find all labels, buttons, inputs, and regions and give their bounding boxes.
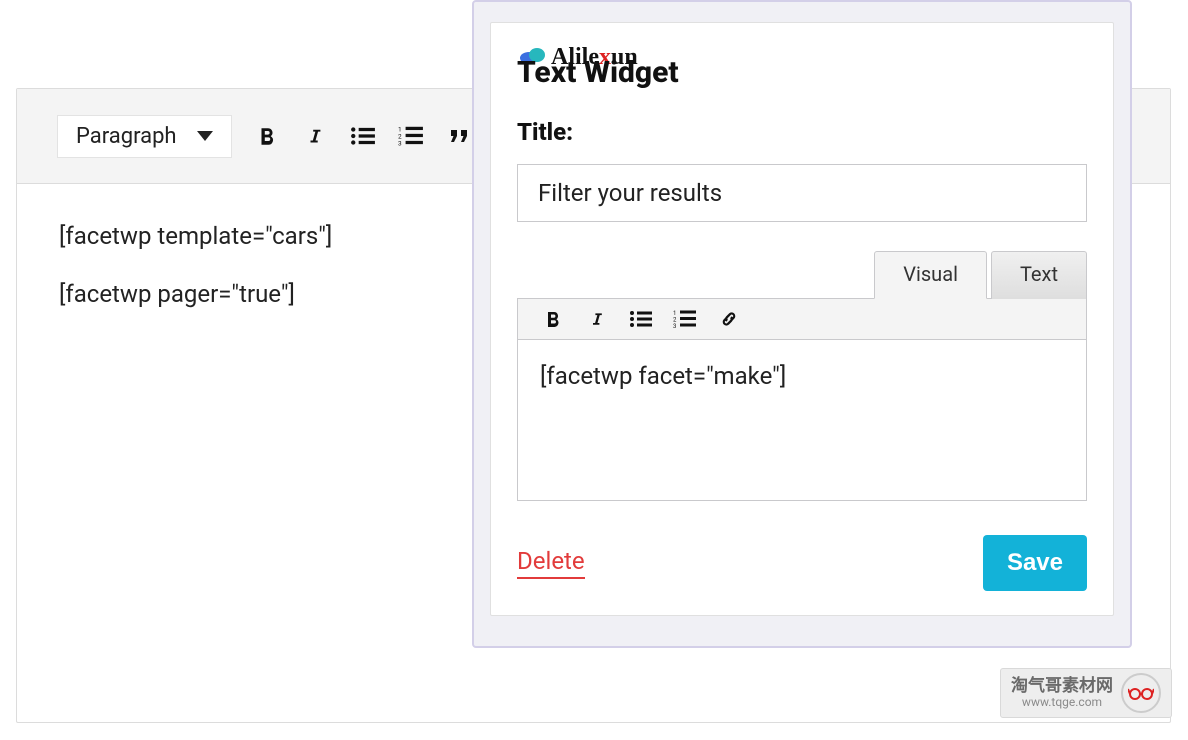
bold-icon[interactable] (254, 125, 280, 147)
widget-editor-toolbar: 123 (518, 299, 1086, 340)
svg-text:3: 3 (398, 140, 402, 147)
editor-tabs: Visual Text (517, 250, 1087, 298)
title-label: Title: (517, 118, 1087, 146)
watermark: 淘气哥素材网 www.tqge.com (1000, 668, 1172, 718)
format-selector-label: Paragraph (76, 124, 177, 149)
watermark-url: www.tqge.com (1022, 696, 1102, 709)
bullet-list-icon[interactable] (628, 309, 654, 329)
numbered-list-icon[interactable]: 123 (398, 125, 424, 147)
svg-text:3: 3 (673, 323, 676, 329)
italic-icon[interactable] (302, 125, 328, 147)
numbered-list-icon[interactable]: 123 (672, 309, 698, 329)
tab-visual[interactable]: Visual (874, 251, 987, 299)
widget-actions: Delete Save (517, 535, 1087, 591)
widget-editor-body[interactable]: [facetwp facet="make"] (518, 340, 1086, 500)
quote-icon[interactable] (446, 125, 472, 147)
widget-header: Text Widget (517, 55, 1087, 90)
text-widget-panel: Alilexun Text Widget Title: Visual Text … (490, 22, 1114, 616)
save-button[interactable]: Save (983, 535, 1087, 591)
link-icon[interactable] (716, 309, 742, 329)
widget-content-text: [facetwp facet="make"] (540, 362, 786, 390)
format-selector[interactable]: Paragraph (57, 115, 232, 158)
italic-icon[interactable] (584, 309, 610, 329)
bold-icon[interactable] (540, 309, 566, 329)
delete-link[interactable]: Delete (517, 547, 585, 579)
bullet-list-icon[interactable] (350, 125, 376, 147)
watermark-cn: 淘气哥素材网 (1011, 677, 1113, 696)
title-input[interactable] (517, 164, 1087, 222)
glasses-icon (1121, 673, 1161, 713)
chevron-down-icon (197, 131, 213, 141)
tab-text[interactable]: Text (991, 251, 1087, 299)
widget-editor: 123 [facetwp facet="make"] (517, 298, 1087, 501)
widget-container: Alilexun Text Widget Title: Visual Text … (472, 0, 1132, 648)
